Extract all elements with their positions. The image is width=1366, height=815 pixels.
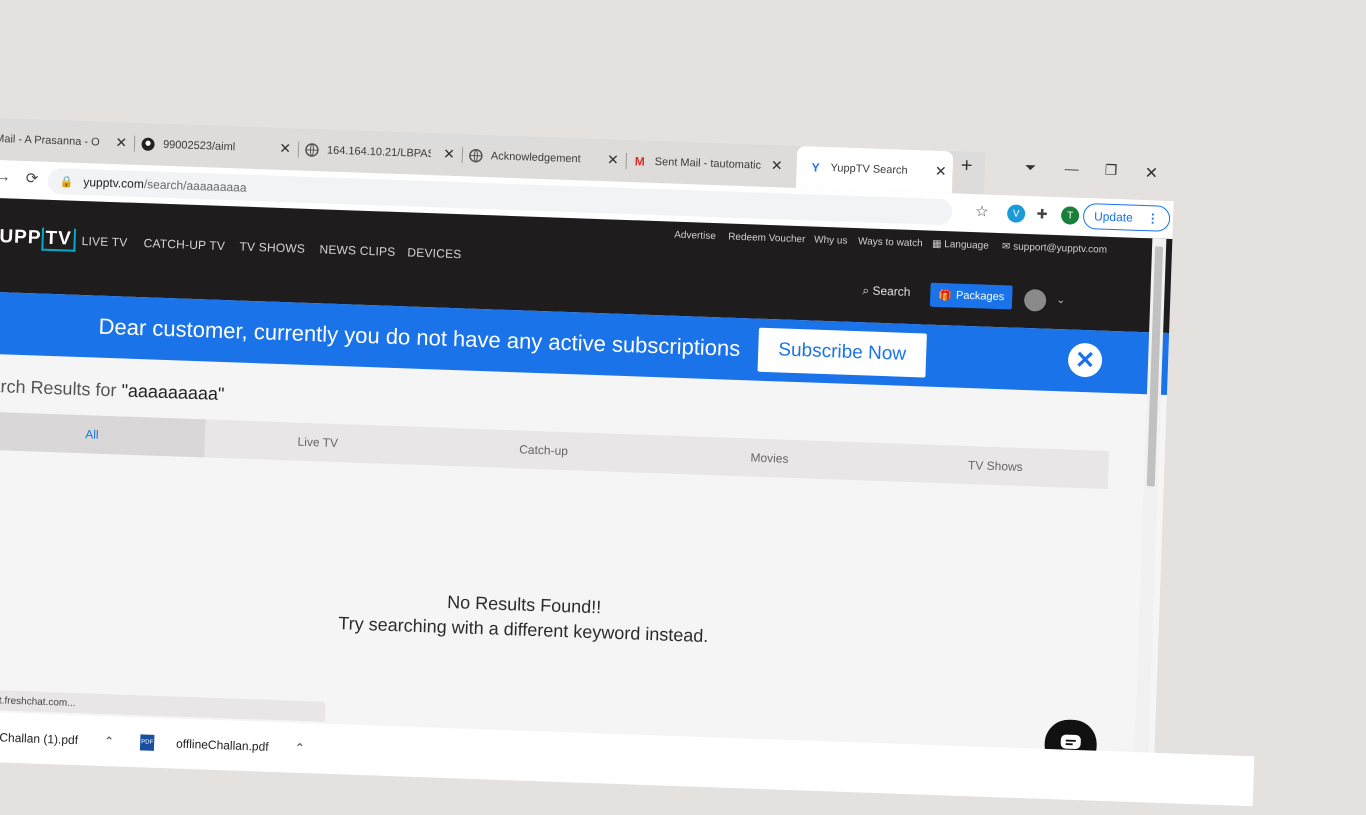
support-email: support@yupptv.com [1012, 241, 1108, 256]
close-icon[interactable]: ✕ [443, 146, 455, 163]
tab-separator [133, 135, 136, 152]
nav-devices[interactable]: DEVICES [407, 245, 462, 261]
tab-tv-shows[interactable]: TV Shows [882, 443, 1109, 489]
tab-label: 164.164.10.21/LBPASP [326, 144, 432, 161]
chevron-down-icon[interactable]: ⌄ [1056, 293, 1066, 306]
link-language[interactable]: ▦ Language [932, 239, 989, 252]
globe-icon [305, 143, 319, 157]
tab-catch-up[interactable]: Catch-up [430, 427, 657, 473]
url-path: /search/aaaaaaaaa [143, 177, 247, 195]
tab-sent-mail[interactable]: M Sent Mail - tautomatic ✕ [632, 140, 789, 187]
tab-label: Mail - A Prasanna - O [0, 132, 100, 149]
tab-yupptv-search[interactable]: Y YuppTV Search ✕ [795, 145, 954, 194]
profile-avatar[interactable]: T [1060, 206, 1080, 225]
language-label: Language [944, 239, 989, 252]
search-results-title: earch Results for "aaaaaaaaa" [0, 376, 225, 406]
lock-icon: 🔒 [59, 175, 74, 189]
results-tabs: All Live TV Catch-up Movies TV Shows [0, 411, 1109, 489]
close-icon[interactable]: ✕ [279, 140, 291, 157]
globe-icon [469, 148, 483, 163]
extensions-puzzle-icon[interactable]: ✚ [1032, 205, 1052, 224]
tab-mail[interactable]: Mail - A Prasanna - O ✕ [0, 118, 136, 165]
close-icon[interactable]: ✕ [935, 163, 947, 180]
link-why-us[interactable]: Why us [814, 235, 848, 247]
tab-github[interactable]: 99002523/aiml ✕ [140, 123, 300, 170]
link-ways-to-watch[interactable]: Ways to watch [858, 236, 923, 249]
gift-icon: 🎁 [938, 289, 953, 302]
yupptv-icon: Y [811, 160, 820, 175]
bookmark-star-icon[interactable]: ☆ [975, 202, 989, 220]
download-item[interactable]: fflineChallan (1).pdf ⌃ [0, 712, 115, 767]
tab-acknowledgement[interactable]: Acknowledgement ✕ [468, 134, 628, 181]
nav-catch-up-tv[interactable]: CATCH-UP TV [143, 236, 225, 253]
tab-lbpasp[interactable]: 164.164.10.21/LBPASP ✕ [304, 129, 464, 176]
tab-separator [297, 141, 300, 158]
new-tab-button[interactable]: + [960, 155, 972, 178]
link-support-email[interactable]: ✉ support@yupptv.com [1002, 241, 1107, 256]
tab-label: YuppTV Search [830, 162, 908, 177]
extension-v-icon[interactable]: V [1006, 204, 1026, 223]
mail-icon: ✉ [1001, 241, 1011, 253]
search-icon: ⌕ [862, 283, 870, 298]
update-label: Update [1093, 209, 1134, 225]
download-filename: fflineChallan (1).pdf [0, 729, 79, 748]
link-redeem-voucher[interactable]: Redeem Voucher [728, 232, 806, 246]
packages-label: Packages [955, 289, 1005, 304]
subscribe-now-button[interactable]: Subscribe Now [757, 327, 927, 378]
packages-button[interactable]: 🎁 Packages [929, 282, 1013, 310]
logo-tv: TV [41, 227, 77, 252]
link-advertise[interactable]: Advertise [674, 230, 716, 242]
nav-news-clips[interactable]: NEWS CLIPS [319, 242, 395, 259]
search-label: Search [872, 283, 911, 299]
tab-label: 99002523/aiml [162, 138, 236, 154]
tab-search-icon[interactable]: ⏷ [1024, 159, 1037, 176]
tab-movies[interactable]: Movies [656, 435, 883, 481]
download-filename: offlineChallan.pdf [175, 736, 269, 754]
reload-icon[interactable]: ⟳ [25, 169, 38, 187]
minimize-icon[interactable]: — [1064, 160, 1079, 176]
download-item[interactable]: PDF offlineChallan.pdf ⌃ [139, 717, 305, 773]
close-icon[interactable]: ✕ [607, 151, 619, 168]
kebab-menu-icon[interactable]: ⋮ [1147, 211, 1159, 225]
language-icon: ▦ [931, 238, 942, 251]
yupptv-logo[interactable]: YUPP TV [0, 225, 77, 252]
update-button[interactable]: Update ⋮ [1082, 202, 1171, 232]
empty-state: No Results Found!! Try searching with a … [0, 575, 1089, 660]
pdf-icon: PDF [139, 734, 155, 751]
site-search-button[interactable]: ⌕ Search [862, 283, 911, 300]
window-close-icon[interactable]: ✕ [1144, 163, 1158, 183]
tab-label: Acknowledgement [490, 150, 581, 166]
logo-text: YUPP [0, 225, 42, 249]
user-avatar[interactable] [1023, 288, 1047, 312]
tab-all[interactable]: All [0, 411, 206, 458]
forward-icon[interactable]: → [0, 168, 11, 186]
close-icon[interactable]: ✕ [771, 157, 783, 174]
restore-icon[interactable]: ❐ [1104, 162, 1117, 179]
tab-separator [625, 152, 628, 169]
results-prefix: earch Results for [0, 375, 117, 401]
chevron-up-icon[interactable]: ⌃ [294, 741, 305, 755]
tab-separator [461, 147, 464, 164]
nav-tv-shows[interactable]: TV SHOWS [239, 240, 305, 256]
close-icon[interactable]: ✕ [1067, 342, 1103, 378]
url-host: yupptv.com [83, 175, 145, 192]
tab-label: Sent Mail - tautomatic [654, 155, 761, 172]
banner-message: Dear customer, currently you do not have… [98, 313, 741, 362]
close-icon[interactable]: ✕ [115, 134, 127, 151]
gmail-icon: M [634, 154, 645, 169]
tab-live-tv[interactable]: Live TV [204, 419, 431, 465]
github-icon [141, 137, 155, 151]
nav-live-tv[interactable]: LIVE TV [81, 234, 127, 250]
chevron-up-icon[interactable]: ⌃ [104, 734, 115, 748]
results-query: "aaaaaaaaa" [121, 380, 225, 405]
